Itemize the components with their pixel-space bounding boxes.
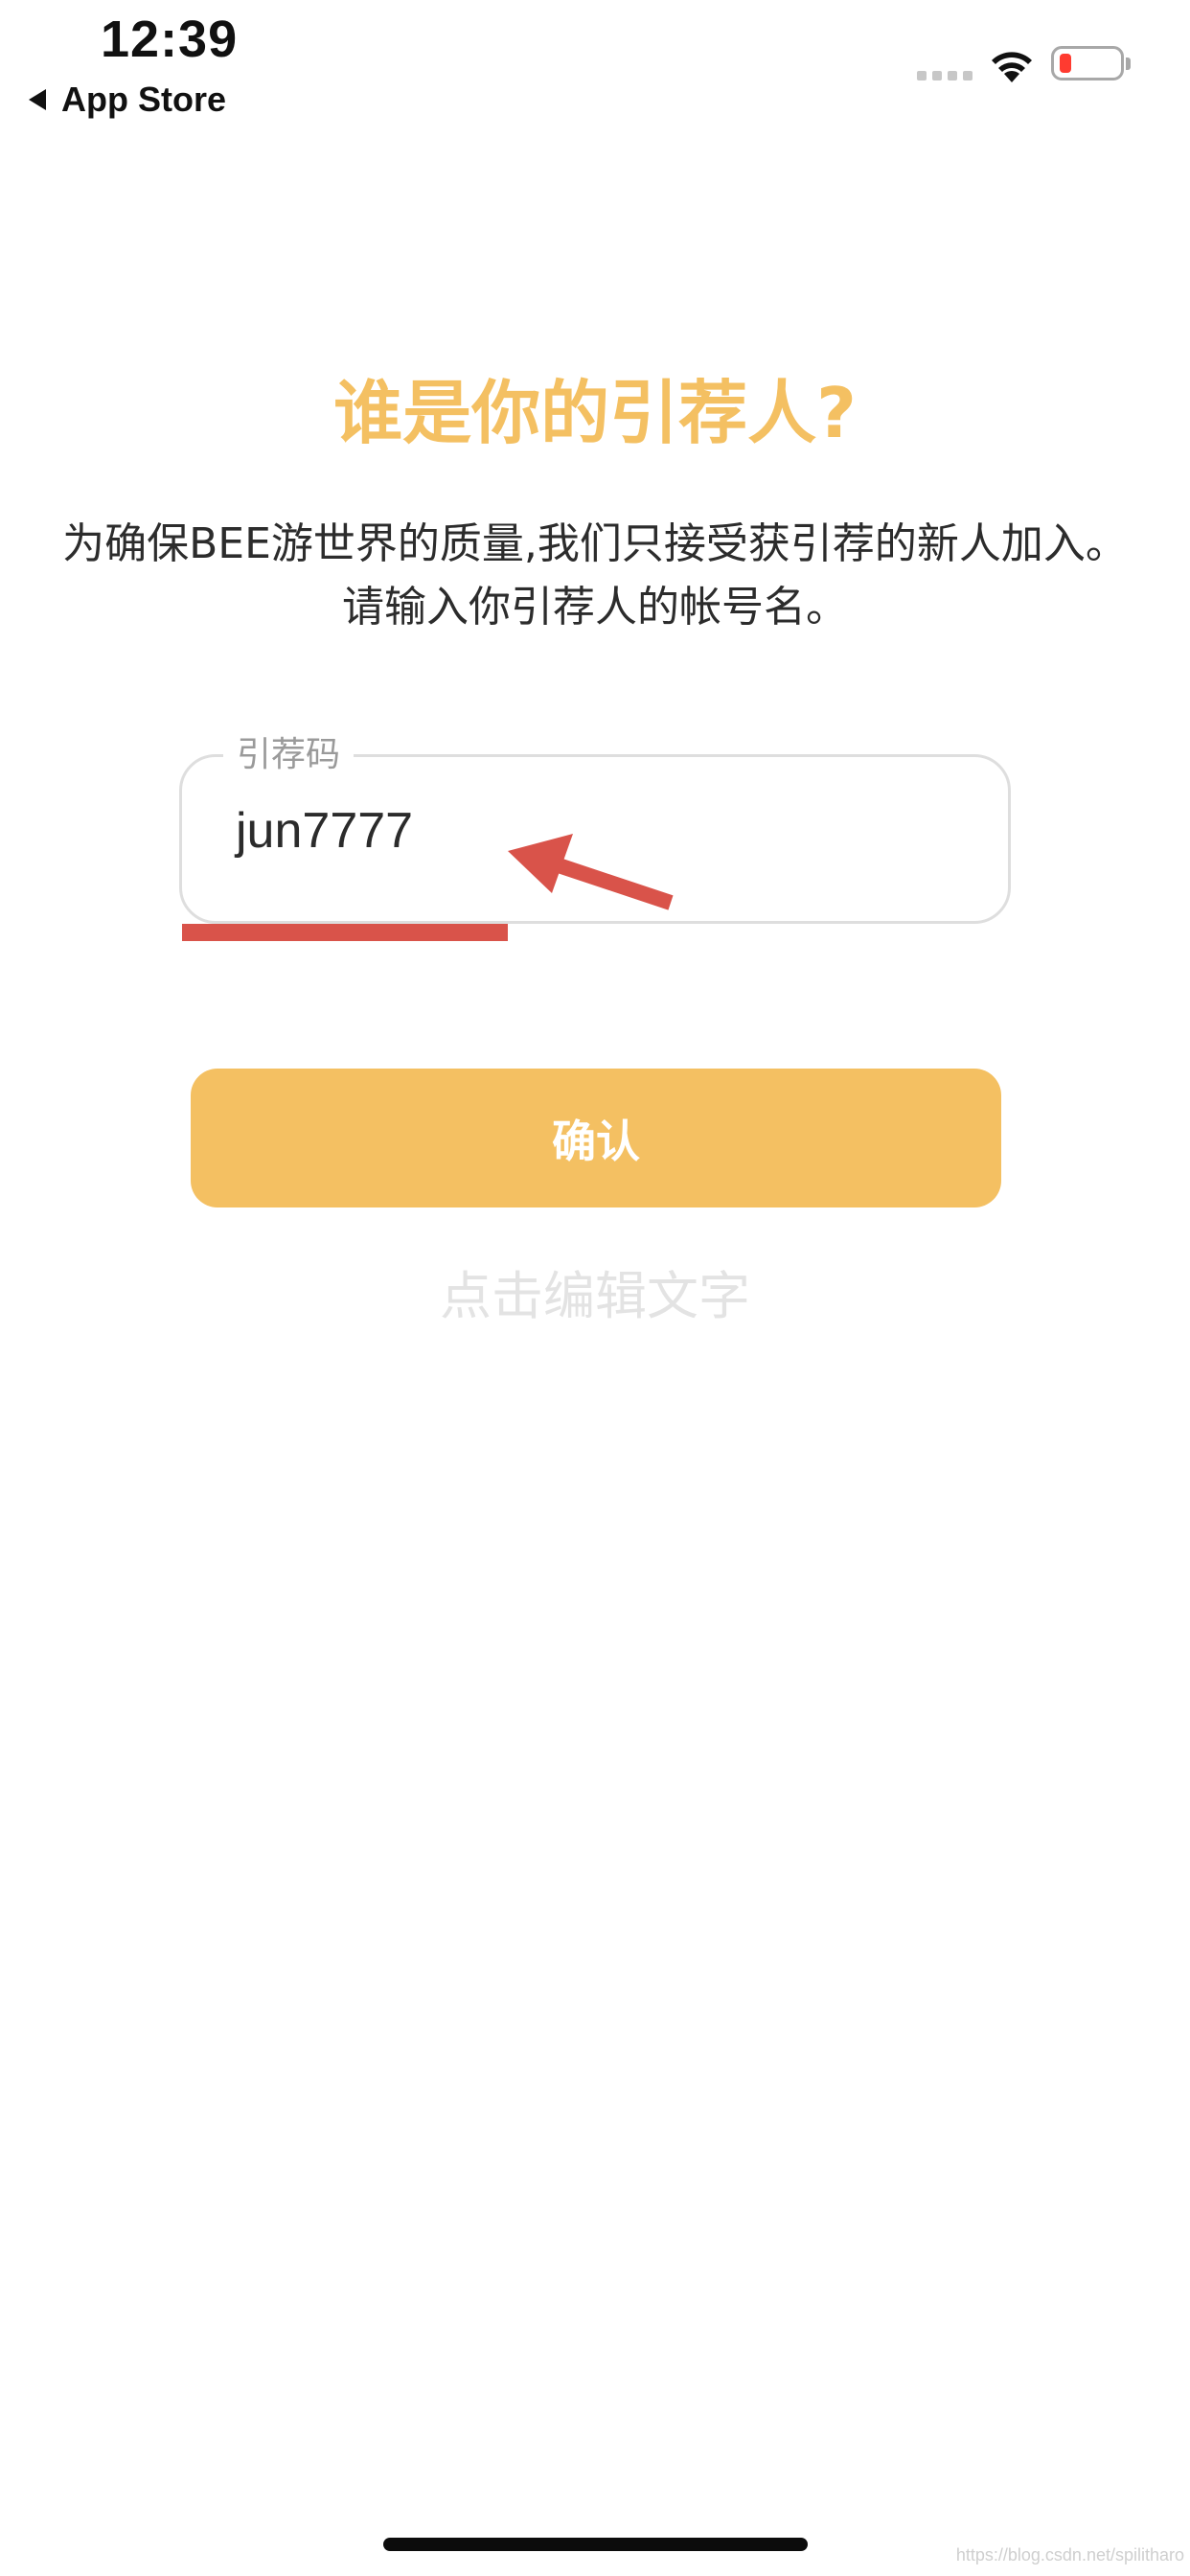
edit-text-hint[interactable]: 点击编辑文字 — [0, 1254, 1190, 1329]
back-label: App Store — [61, 80, 227, 119]
cellular-signal-icon — [917, 71, 973, 80]
page-description: 为确保BEE游世界的质量,我们只接受获引荐的新人加入。 请输入你引荐人的帐号名。 — [62, 519, 1128, 632]
back-triangle-icon — [29, 89, 46, 110]
wifi-icon — [992, 52, 1032, 82]
confirm-button[interactable]: 确认 — [191, 1069, 1001, 1208]
red-arrow-icon — [508, 834, 674, 910]
battery-level — [1060, 54, 1071, 73]
status-bar-time: 12:39 — [101, 11, 239, 68]
referral-code-value[interactable]: jun7777 — [236, 800, 413, 862]
battery-tip — [1126, 58, 1131, 70]
back-to-app-store-button[interactable]: App Store — [29, 77, 226, 123]
referral-code-label: 引荐码 — [223, 734, 355, 776]
home-indicator[interactable] — [383, 2538, 808, 2551]
annotation-underline — [182, 924, 508, 941]
watermark-text: https://blog.csdn.net/spilitharo — [955, 2545, 1184, 2564]
battery-icon — [1051, 46, 1124, 80]
page-title: 谁是你的引荐人? — [333, 373, 857, 453]
